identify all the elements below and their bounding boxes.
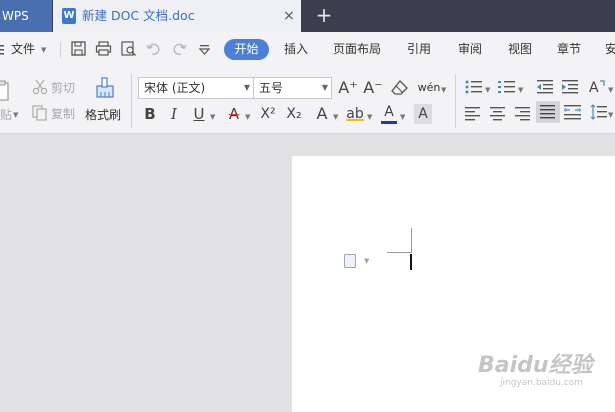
- page-margin-marker: [411, 228, 412, 253]
- text-direction-caret[interactable]: ▼: [608, 86, 613, 94]
- tab-page-layout[interactable]: 页面布局: [333, 40, 381, 58]
- separator: [131, 74, 132, 128]
- paste-caret[interactable]: ▼: [13, 111, 18, 119]
- strikethrough-button[interactable]: A: [225, 104, 243, 124]
- superscript-button[interactable]: X²: [258, 104, 278, 124]
- font-size-value: 五号: [259, 81, 284, 95]
- undo-icon[interactable]: [146, 40, 164, 58]
- font-color-button[interactable]: A: [380, 103, 398, 121]
- text-direction-icon[interactable]: A: [588, 78, 608, 96]
- line-spacing-caret[interactable]: ▼: [608, 111, 613, 119]
- customize-dropdown-icon[interactable]: [198, 40, 216, 58]
- font-name-select[interactable]: 宋体 (正文) ▼: [138, 77, 254, 99]
- wps-app-tab[interactable]: WPS: [0, 0, 52, 32]
- paste-icon[interactable]: [0, 80, 14, 102]
- title-bar: WPS W 新建 DOC 文档.doc × +: [0, 0, 615, 32]
- separator: [60, 42, 61, 58]
- font-color-bar: [381, 121, 397, 124]
- align-justify-button[interactable]: [536, 101, 560, 123]
- file-menu[interactable]: 文件: [11, 40, 35, 58]
- strikethrough-caret[interactable]: ▼: [245, 113, 250, 121]
- font-name-value: 宋体 (正文): [144, 81, 206, 95]
- print-icon[interactable]: [95, 40, 113, 58]
- decrease-indent-icon[interactable]: [536, 79, 554, 95]
- tab-insert[interactable]: 插入: [284, 40, 308, 58]
- underline-caret[interactable]: ▼: [210, 113, 215, 121]
- align-left-icon[interactable]: [465, 106, 481, 122]
- menu-bar: 文件 ▼ 开始 插入 页面布局 引用 审阅 视图 章节 安: [0, 32, 615, 66]
- svg-text:A: A: [589, 80, 599, 96]
- tab-home[interactable]: 开始: [224, 39, 269, 60]
- align-right-icon[interactable]: [515, 106, 531, 122]
- subscript-button[interactable]: X₂: [284, 104, 304, 124]
- watermark-url: jingyan.baidu.com: [500, 378, 584, 388]
- numbered-list-caret[interactable]: ▼: [518, 86, 523, 94]
- highlight-button[interactable]: ab: [345, 104, 365, 124]
- font-size-select[interactable]: 五号 ▼: [253, 77, 332, 99]
- cut-label[interactable]: 剪切: [51, 80, 75, 96]
- file-menu-caret[interactable]: ▼: [41, 46, 46, 54]
- redo-icon[interactable]: [171, 40, 189, 58]
- tab-references[interactable]: 引用: [407, 40, 431, 58]
- pinyin-guide-icon[interactable]: wén: [418, 76, 441, 98]
- increase-indent-icon[interactable]: [561, 79, 579, 95]
- document-tab-title: 新建 DOC 文档.doc: [82, 8, 195, 23]
- chevron-down-icon: ▼: [321, 83, 328, 92]
- copy-label[interactable]: 复制: [51, 106, 75, 122]
- paste-options-caret[interactable]: ▼: [364, 257, 369, 265]
- text-effect-button[interactable]: A: [313, 104, 331, 124]
- paste-label[interactable]: 贴: [0, 107, 12, 123]
- tab-review[interactable]: 审阅: [458, 40, 482, 58]
- tab-chapter[interactable]: 章节: [557, 40, 581, 58]
- format-painter-label[interactable]: 格式刷: [85, 107, 121, 123]
- print-preview-icon[interactable]: [120, 40, 138, 58]
- copy-icon[interactable]: [32, 105, 48, 121]
- separator: [455, 74, 456, 128]
- pinyin-caret[interactable]: ▼: [441, 86, 446, 94]
- highlight-caret[interactable]: ▼: [367, 113, 372, 121]
- text-effect-caret[interactable]: ▼: [333, 113, 338, 121]
- chevron-down-icon: ▼: [243, 83, 250, 92]
- format-painter-icon[interactable]: [94, 77, 116, 101]
- word-doc-icon: W: [62, 8, 76, 24]
- font-color-caret[interactable]: ▼: [400, 113, 405, 121]
- save-icon[interactable]: [70, 40, 88, 58]
- line-spacing-icon[interactable]: [590, 104, 608, 120]
- close-icon[interactable]: ×: [281, 7, 297, 25]
- grow-font-icon[interactable]: A⁺: [338, 78, 358, 98]
- bold-button[interactable]: B: [141, 104, 159, 124]
- shrink-font-icon[interactable]: A⁻: [363, 78, 383, 98]
- tab-view[interactable]: 视图: [508, 40, 532, 58]
- paste-options-icon[interactable]: [344, 254, 356, 268]
- align-justify-icon: [540, 105, 555, 119]
- italic-button[interactable]: I: [165, 104, 183, 124]
- underline-button[interactable]: U: [190, 104, 208, 124]
- bullet-list-caret[interactable]: ▼: [485, 86, 490, 94]
- character-shading-button[interactable]: A: [414, 104, 432, 124]
- distributed-align-icon[interactable]: [564, 104, 582, 120]
- ribbon-toolbar: 贴 ▼ 剪切 复制 格式刷 宋体 (正文) ▼ 五号 ▼ A⁺ A⁻ wén ▼…: [0, 66, 615, 134]
- document-tab[interactable]: W 新建 DOC 文档.doc ×: [53, 0, 301, 32]
- bullet-list-icon[interactable]: [465, 79, 483, 95]
- cut-icon[interactable]: [32, 79, 48, 95]
- tab-security[interactable]: 安: [605, 40, 615, 58]
- clear-format-icon[interactable]: [391, 79, 409, 97]
- page-margin-marker: [387, 252, 412, 253]
- text-cursor: [410, 254, 412, 270]
- numbered-list-icon[interactable]: [498, 79, 516, 95]
- new-tab-button[interactable]: +: [313, 3, 335, 29]
- watermark: Baidu经验: [478, 353, 593, 378]
- align-center-icon[interactable]: [490, 106, 506, 122]
